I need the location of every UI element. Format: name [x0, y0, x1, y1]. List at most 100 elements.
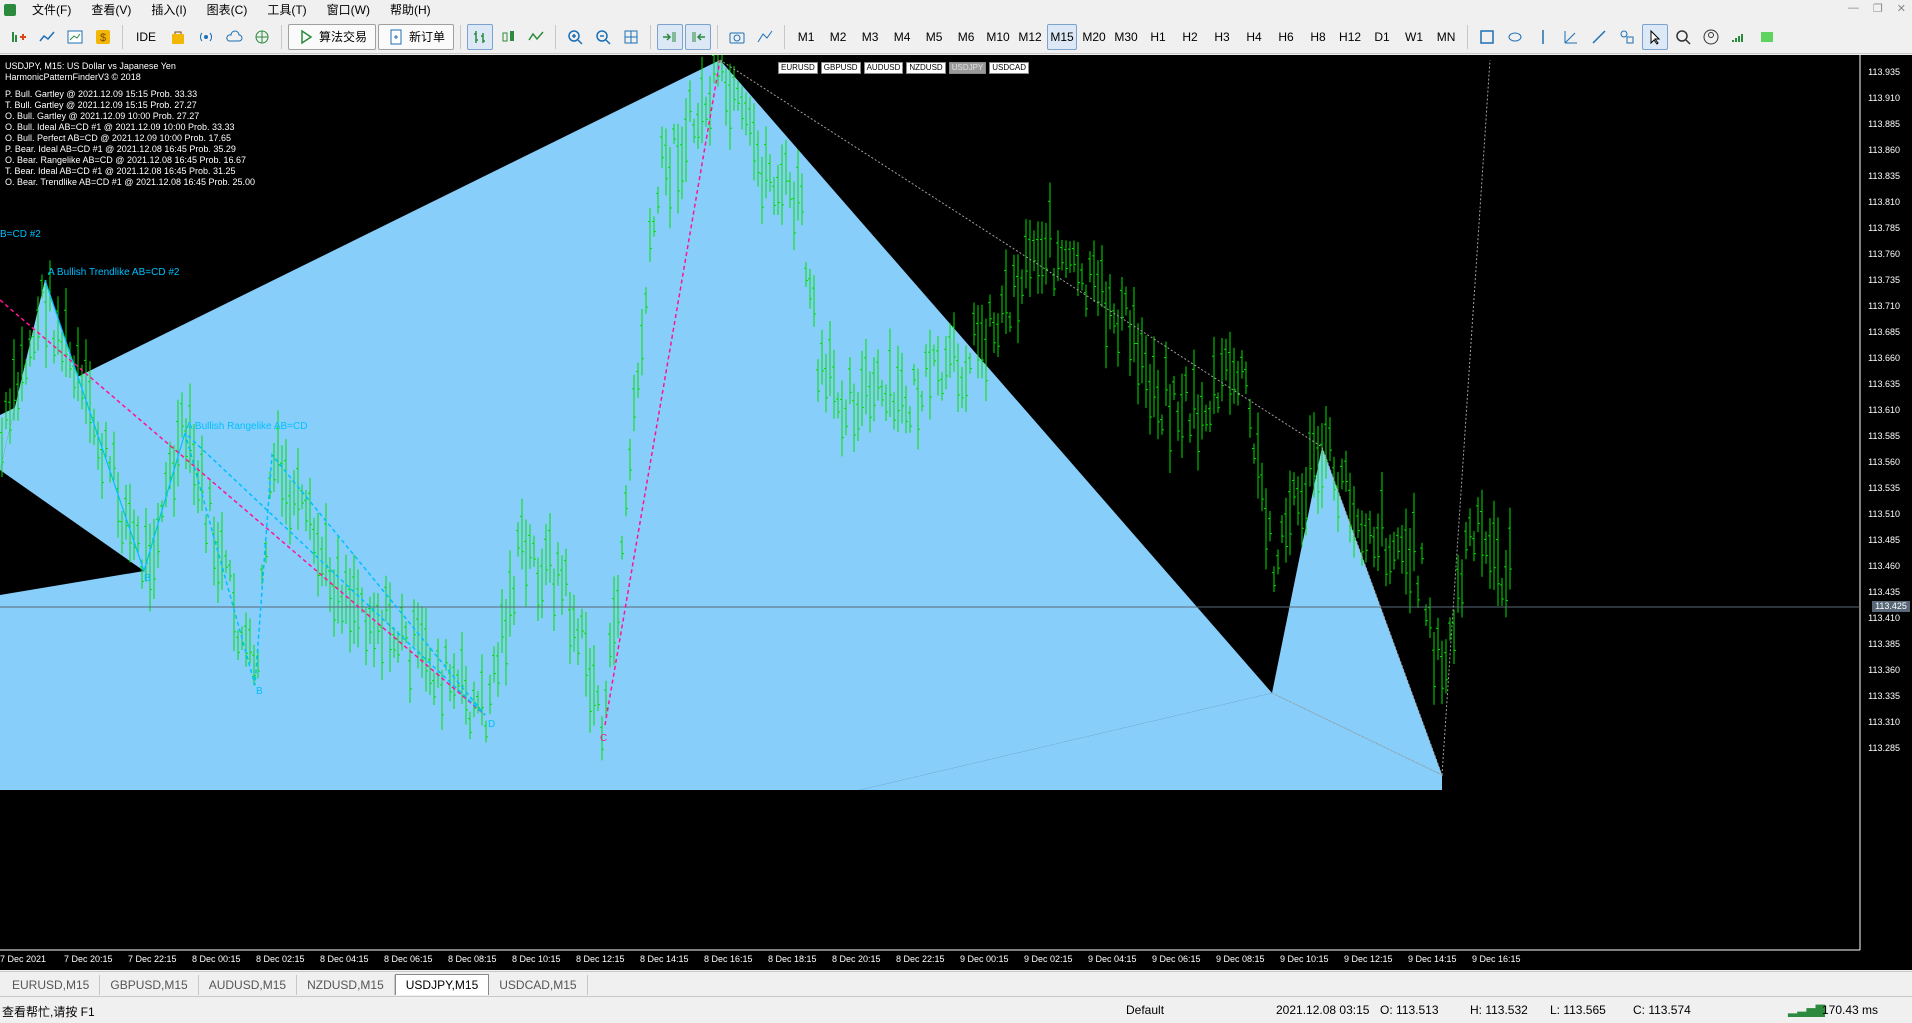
shapes-tool[interactable] [1614, 24, 1640, 50]
timeframe-h6[interactable]: H6 [1271, 24, 1301, 50]
crosshair-tool[interactable] [1474, 24, 1500, 50]
vertical-line-tool[interactable] [1530, 24, 1556, 50]
price-axis-label: 113.810 [1868, 197, 1900, 207]
timeframe-m10[interactable]: M10 [983, 24, 1013, 50]
angle-icon [1564, 30, 1578, 43]
tile-windows-button[interactable] [618, 24, 644, 50]
rectangle-select-icon [1480, 29, 1494, 44]
timeframe-m30[interactable]: M30 [1111, 24, 1141, 50]
trendline-tool[interactable] [1586, 24, 1612, 50]
signals-button[interactable] [193, 24, 219, 50]
chart-tab-audusd[interactable]: AUDUSD,M15 [199, 975, 298, 995]
timeframe-h2[interactable]: H2 [1175, 24, 1205, 50]
symbol-tab-gbpusd[interactable]: GBPUSD [820, 62, 861, 74]
chart-shift-button[interactable] [685, 23, 712, 50]
chart-tab-eurusd[interactable]: EURUSD,M15 [2, 975, 101, 995]
search-button[interactable] [1670, 24, 1696, 50]
price-axis-label: 113.910 [1868, 93, 1900, 103]
minimize-icon[interactable]: — [1848, 2, 1859, 15]
timeframe-m4[interactable]: M4 [887, 24, 917, 50]
symbol-tab-nzdusd[interactable]: NZDUSD [906, 62, 946, 74]
symbol-tab-eurusd[interactable]: EURUSD [778, 62, 818, 74]
toolbar-separator [555, 24, 557, 49]
close-icon[interactable]: ✕ [1897, 2, 1906, 15]
chart-tab-usdcad[interactable]: USDCAD,M15 [489, 975, 588, 995]
candle-chart-button[interactable] [495, 24, 521, 50]
price-axis-label: 113.510 [1868, 509, 1900, 519]
price-axis-label: 113.385 [1868, 639, 1900, 649]
time-axis-label: 9 Dec 06:15 [1152, 954, 1201, 964]
market-button[interactable]: $ [90, 24, 116, 50]
menu-chart[interactable]: 图表(C) [197, 0, 258, 20]
menu-tools[interactable]: 工具(T) [257, 0, 316, 20]
symbol-tab-audusd[interactable]: AUDUSD [863, 62, 904, 74]
timeframe-d1[interactable]: D1 [1367, 24, 1397, 50]
new-order-label: 新订单 [409, 30, 446, 44]
auto-scroll-button[interactable] [657, 23, 684, 50]
time-axis-label: 9 Dec 12:15 [1344, 954, 1393, 964]
timeframe-h12[interactable]: H12 [1335, 24, 1365, 50]
menu-view[interactable]: 查看(V) [81, 0, 141, 20]
timeframe-h8[interactable]: H8 [1303, 24, 1333, 50]
timeframe-m12[interactable]: M12 [1015, 24, 1045, 50]
price-axis-label: 113.435 [1868, 587, 1900, 597]
zoom-in-button[interactable] [562, 24, 588, 50]
indicators-button[interactable] [34, 24, 60, 50]
menu-insert[interactable]: 插入(I) [141, 0, 196, 20]
pattern-line: O. Bear. Trendlike AB=CD #1 @ 2021.12.08… [5, 177, 256, 187]
bar-chart-button[interactable] [467, 23, 494, 50]
timeframe-m3[interactable]: M3 [855, 24, 885, 50]
current-price-label: 113.425 [1872, 601, 1910, 612]
app-logo-icon [4, 4, 16, 16]
chart-tab-usdjpy[interactable]: USDJPY,M15 [394, 974, 490, 995]
bar-datetime: 2021.12.08 03:15 [1276, 1003, 1370, 1017]
cloud-button[interactable] [221, 24, 247, 50]
new-order-icon-button[interactable] [6, 24, 32, 50]
chart-tab-nzdusd[interactable]: NZDUSD,M15 [297, 975, 395, 995]
signal-strength-button[interactable] [1726, 24, 1752, 50]
toolbar-separator [717, 24, 719, 49]
algo-trading-label: 算法交易 [319, 30, 368, 44]
screenshot-button[interactable] [724, 24, 750, 50]
auto-scroll-icon [663, 31, 676, 42]
line-chart-button[interactable] [523, 24, 549, 50]
vps-button[interactable] [249, 24, 275, 50]
pattern-label-cut: B=CD #2 [0, 229, 41, 240]
menu-window[interactable]: 窗口(W) [317, 0, 380, 20]
point-label-b: B [256, 686, 263, 697]
cursor-tool[interactable] [1642, 23, 1669, 50]
chart-template-button[interactable] [62, 24, 88, 50]
account-button[interactable] [1698, 24, 1724, 50]
timeframe-m1[interactable]: M1 [791, 24, 821, 50]
timeframe-m5[interactable]: M5 [919, 24, 949, 50]
timeframe-h4[interactable]: H4 [1239, 24, 1269, 50]
chart-area[interactable]: USDJPY, M15: US Dollar vs Japanese Yen H… [0, 55, 1912, 970]
symbol-tab-usdcad[interactable]: USDCAD [989, 62, 1030, 74]
timeframe-w1[interactable]: W1 [1399, 24, 1429, 50]
menu-help[interactable]: 帮助(H) [380, 0, 441, 20]
bar-open: O: 113.513 [1380, 1003, 1439, 1017]
chart-tab-gbpusd[interactable]: GBPUSD,M15 [100, 975, 199, 995]
timeframe-m2[interactable]: M2 [823, 24, 853, 50]
timeframe-m6[interactable]: M6 [951, 24, 981, 50]
price-axis-label: 113.310 [1868, 717, 1900, 727]
new-order-button[interactable]: 新订单 [378, 23, 455, 50]
timeframe-h3[interactable]: H3 [1207, 24, 1237, 50]
price-chart[interactable] [0, 55, 1912, 970]
timeframe-m20[interactable]: M20 [1079, 24, 1109, 50]
timeframe-mn[interactable]: MN [1431, 24, 1461, 50]
strategy-button[interactable] [165, 24, 191, 50]
zoom-out-button[interactable] [590, 24, 616, 50]
indicators-list-button[interactable] [752, 24, 778, 50]
cycle-tool[interactable] [1502, 24, 1528, 50]
ide-button[interactable]: IDE [129, 24, 163, 50]
timeframe-m15[interactable]: M15 [1047, 23, 1078, 50]
symbol-tab-usdjpy[interactable]: USDJPY [948, 62, 987, 74]
dollar-icon: $ [96, 29, 110, 44]
price-axis-label: 113.535 [1868, 483, 1900, 493]
restore-icon[interactable]: ❐ [1873, 2, 1883, 15]
algo-trading-button[interactable]: 算法交易 [288, 23, 377, 50]
timeframe-h1[interactable]: H1 [1143, 24, 1173, 50]
menu-file[interactable]: 文件(F) [22, 0, 81, 20]
angle-tool[interactable] [1558, 24, 1584, 50]
